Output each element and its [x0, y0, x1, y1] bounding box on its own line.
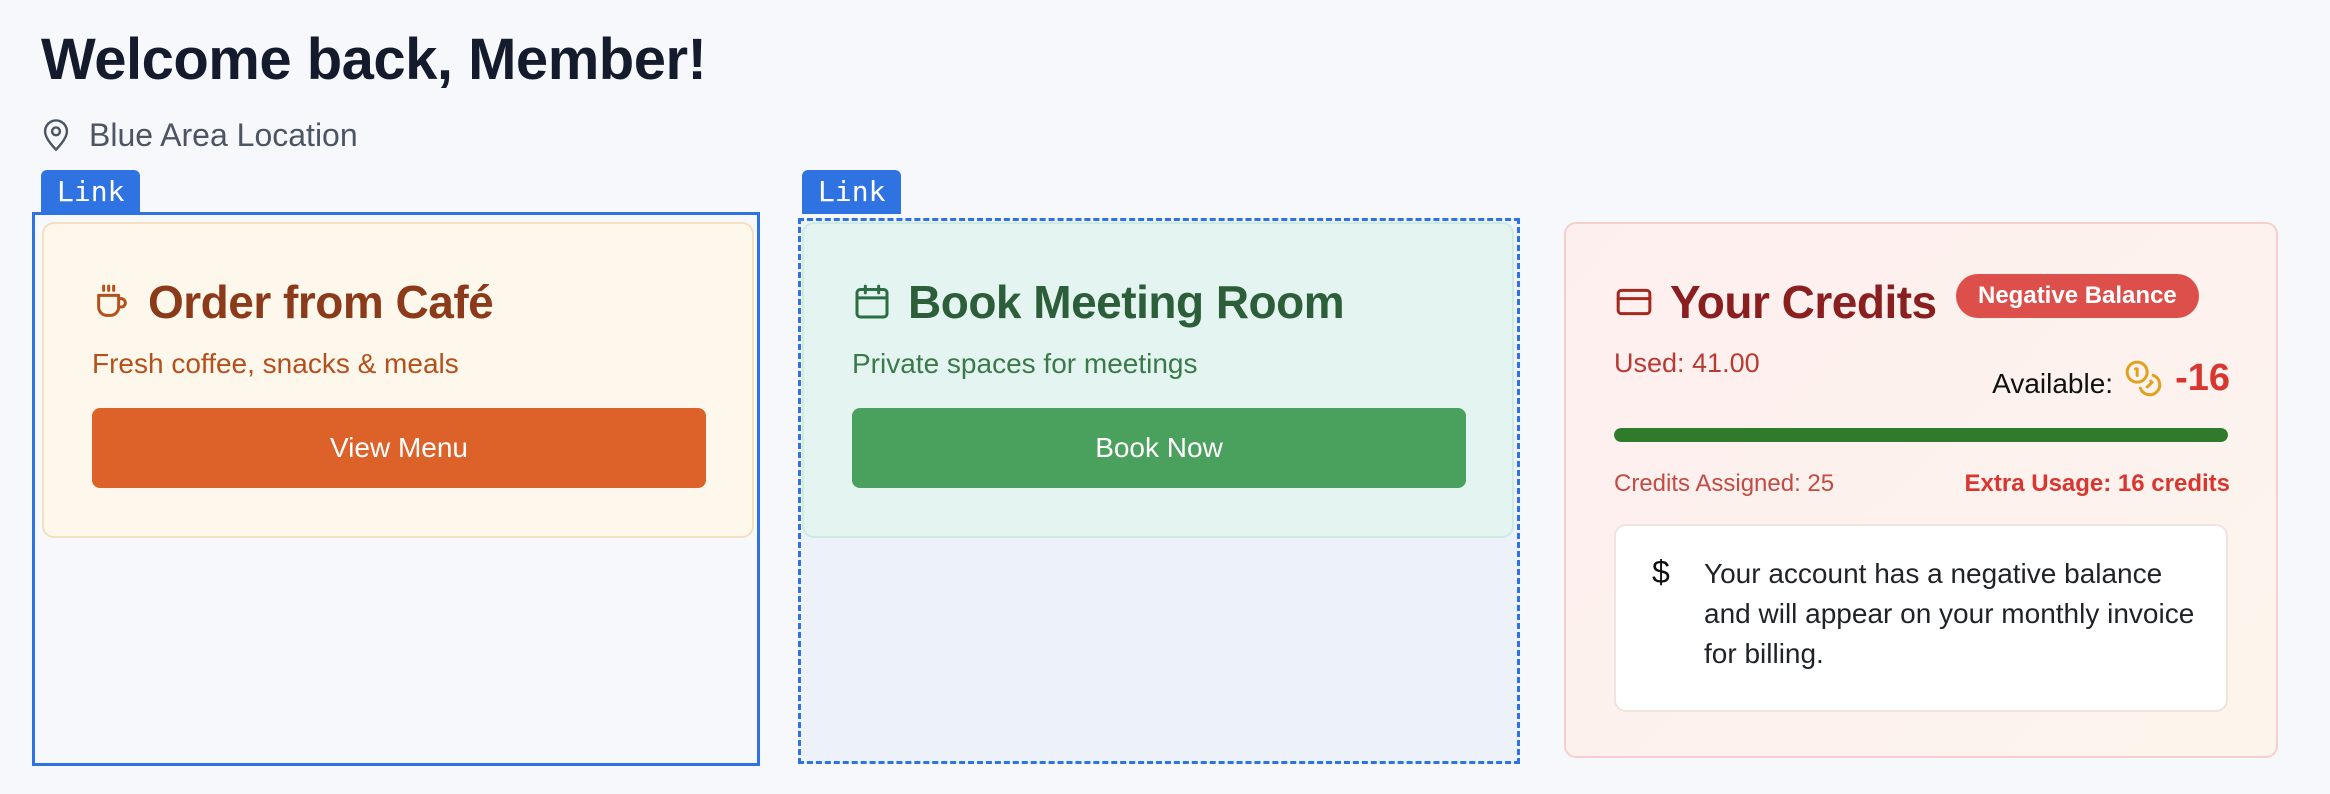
negative-balance-notice: $ Your account has a negative balance an…: [1614, 524, 2228, 712]
cafe-link-highlight: [32, 212, 760, 766]
credits-used: Used: 41.00: [1614, 348, 1760, 378]
credits-available: Available: -16: [1992, 350, 2230, 406]
credits-card-title-text: Your Credits: [1670, 276, 1937, 328]
credits-card-title: Your Credits: [1614, 272, 1937, 332]
negative-balance-badge: Negative Balance: [1956, 274, 2199, 318]
location-row: Blue Area Location: [41, 114, 358, 156]
meeting-card-title: Book Meeting Room: [852, 272, 1345, 332]
location-label: Blue Area Location: [89, 116, 358, 153]
link-tag-cafe: Link: [41, 170, 141, 214]
notice-message: Your account has a negative balance and …: [1704, 558, 2195, 669]
book-now-button[interactable]: Book Now: [852, 408, 1466, 488]
meeting-card-title-text: Book Meeting Room: [908, 276, 1345, 328]
credits-assigned: Credits Assigned: 25: [1614, 470, 1835, 497]
map-pin-icon: [41, 118, 71, 152]
credits-card: Your Credits Negative Balance Used: 41.0…: [1564, 222, 2278, 758]
credits-progress-bar: [1614, 428, 2228, 442]
extra-usage: Extra Usage: 16 credits: [1964, 470, 2230, 497]
calendar-icon: [852, 282, 892, 322]
coins-icon: [2123, 358, 2163, 398]
credit-card-icon: [1614, 282, 1654, 322]
meeting-card[interactable]: Book Meeting Room Private spaces for mee…: [802, 222, 1514, 538]
available-label: Available:: [1992, 368, 2114, 399]
available-value: -16: [2175, 356, 2230, 399]
meeting-card-subtitle: Private spaces for meetings: [852, 348, 1198, 379]
credits-progress-fill: [1614, 428, 2228, 442]
link-tag-meeting: Link: [802, 170, 902, 214]
page-title: Welcome back, Member!: [41, 27, 707, 92]
dollar-icon: $: [1652, 554, 1670, 590]
